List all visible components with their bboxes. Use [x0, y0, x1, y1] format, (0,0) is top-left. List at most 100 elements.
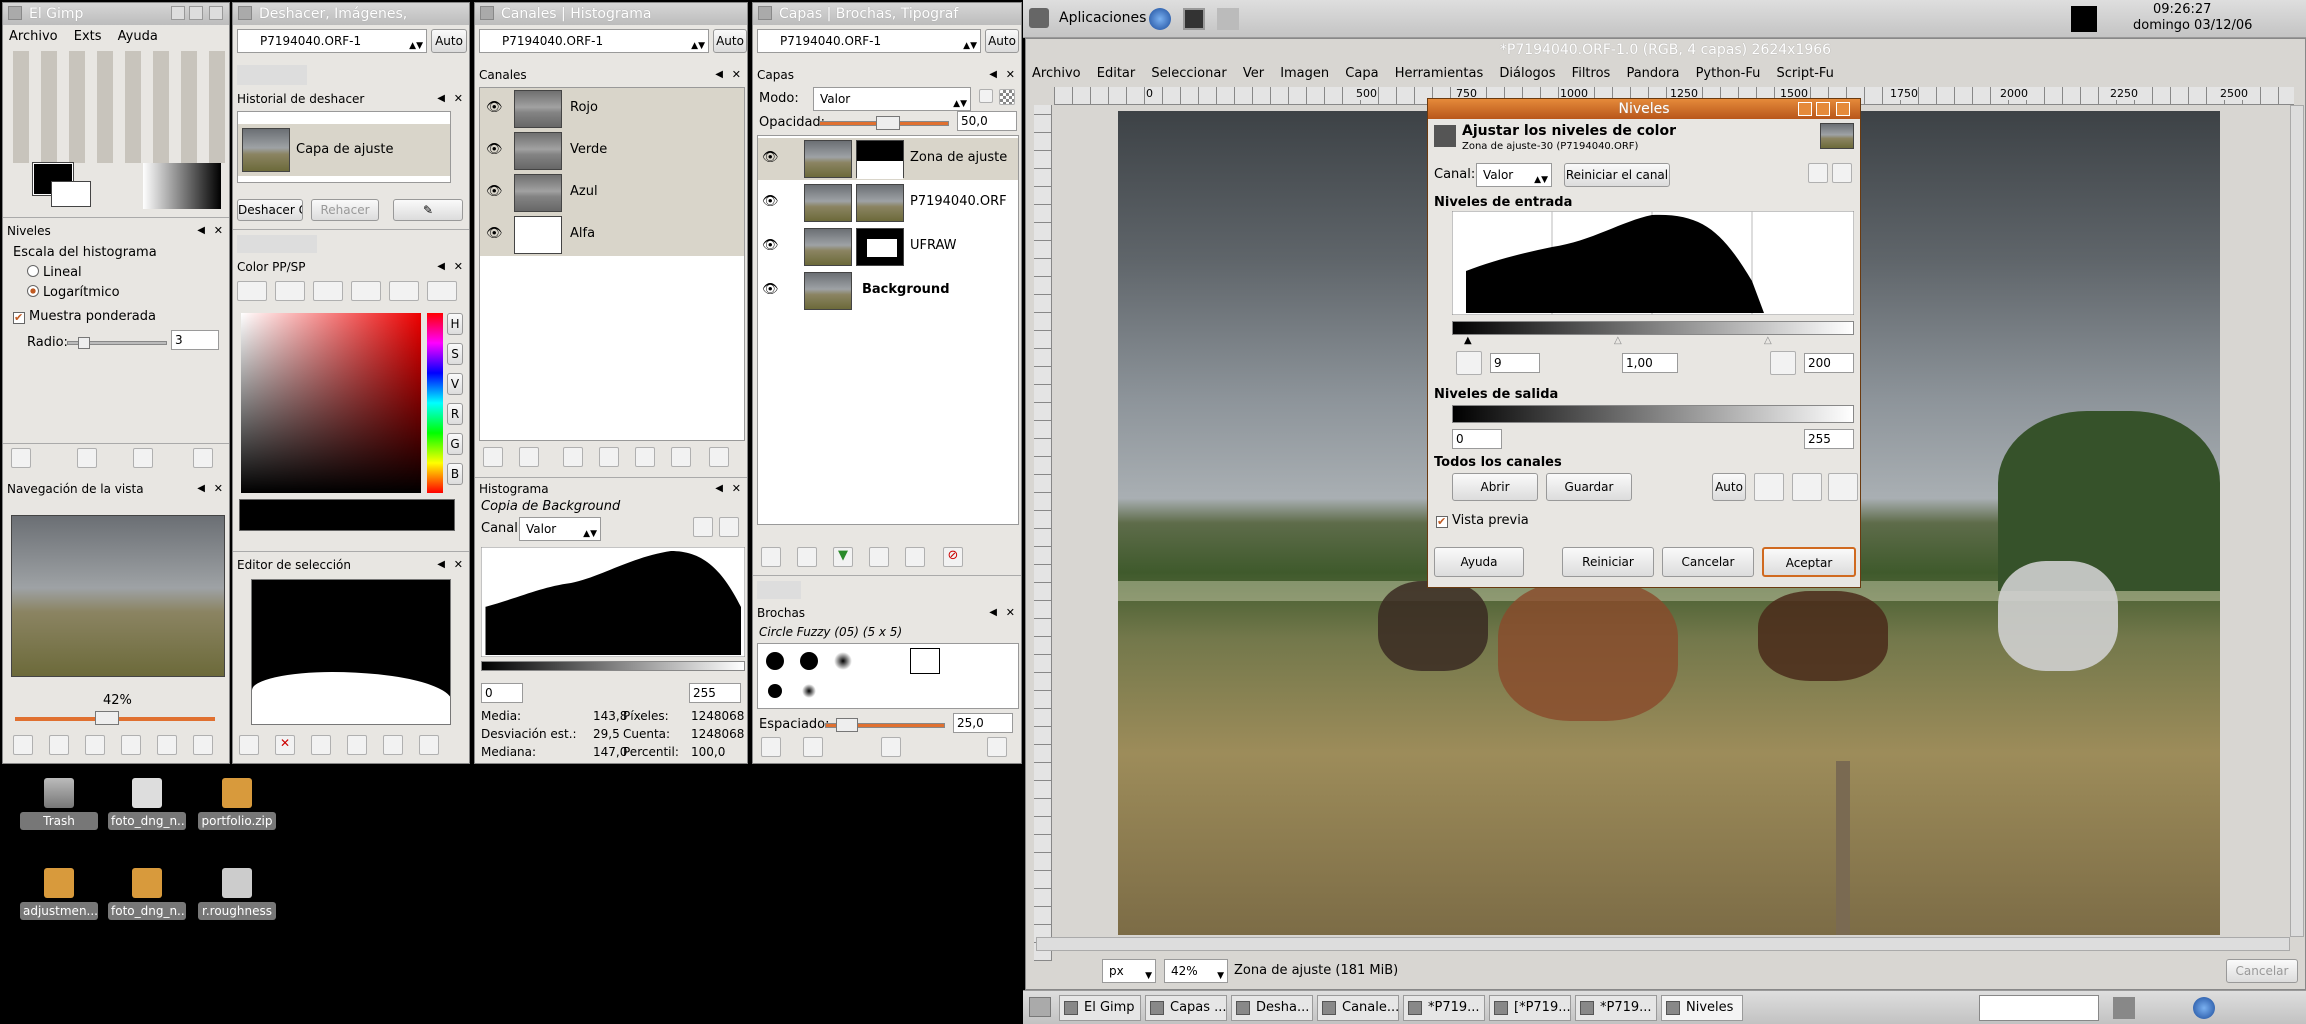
menu-ver[interactable]: Ver [1243, 66, 1264, 81]
tab-menu-icon[interactable]: ◀ [437, 259, 445, 275]
menu-archivo[interactable]: Archivo [9, 29, 58, 44]
output-high-spin[interactable]: 255 [1804, 429, 1854, 449]
close-icon[interactable]: ✕ [1006, 67, 1015, 83]
tab-menu-icon[interactable]: ◀ [715, 481, 723, 497]
desktop-icon-archive[interactable]: foto_dng_n... [108, 868, 186, 920]
close-icon[interactable]: ✕ [214, 481, 223, 497]
tab-menu-icon[interactable]: ◀ [989, 67, 997, 83]
levels-titlebar[interactable]: Niveles [1428, 99, 1860, 119]
image-select[interactable]: P7194040.ORF-1 ▲▼ [479, 29, 709, 53]
menu-script-fu[interactable]: Script-Fu [1776, 66, 1833, 81]
image-select[interactable]: P7194040.ORF-1 ▲▼ [237, 29, 427, 53]
zoom-shrink-icon[interactable] [193, 735, 213, 755]
save-button[interactable]: Guardar [1546, 473, 1632, 501]
auto-button[interactable]: Auto [431, 29, 467, 53]
layers-titlebar[interactable]: Capas | Brochas, Tipograf [753, 3, 1021, 25]
status-cancel-button[interactable]: Cancelar [2226, 959, 2298, 983]
raise-icon[interactable] [563, 447, 583, 467]
raise-layer-icon[interactable] [797, 547, 817, 567]
menu-exts[interactable]: Exts [74, 29, 102, 44]
opacity-spin[interactable]: 50,0 [957, 111, 1017, 131]
close-icon[interactable]: ✕ [1006, 605, 1015, 621]
image-select[interactable]: P7194040.ORF-1 ▲▼ [757, 29, 981, 53]
lower-layer-icon[interactable]: ▼ [833, 547, 853, 567]
refresh-icon[interactable] [987, 737, 1007, 757]
channel-b[interactable]: B [447, 463, 463, 485]
high-input-handle[interactable]: △ [1764, 335, 1772, 346]
zoom-fit-icon[interactable] [121, 735, 141, 755]
gimp-launcher-icon[interactable] [1217, 8, 1239, 30]
terminal-icon[interactable] [1183, 8, 1205, 30]
task-button[interactable]: Niveles [1661, 995, 1743, 1021]
close-icon[interactable]: ✕ [732, 481, 741, 497]
channel-g[interactable]: G [447, 433, 463, 455]
browser-icon[interactable] [1149, 8, 1171, 30]
brush-preview[interactable] [143, 163, 221, 209]
task-button[interactable]: Capas ... [1145, 995, 1227, 1021]
new-brush-icon[interactable] [803, 737, 823, 757]
menu-herramientas[interactable]: Herramientas [1395, 66, 1484, 81]
duplicate-layer-icon[interactable] [869, 547, 889, 567]
reset-channel-button[interactable]: Reiniciar el canal [1564, 163, 1670, 187]
palette-icon[interactable] [389, 281, 419, 301]
tray-icon[interactable] [2113, 997, 2135, 1019]
anchor-icon[interactable] [905, 547, 925, 567]
hist-high-field[interactable]: 255 [689, 683, 741, 703]
auto-button[interactable]: Auto [713, 29, 747, 53]
close-icon[interactable]: ✕ [454, 557, 463, 573]
invert-icon[interactable] [311, 735, 331, 755]
redo-button[interactable]: Rehacer [311, 199, 379, 221]
applications-menu[interactable]: Aplicaciones [1059, 10, 1146, 26]
unit-select[interactable]: px ▼ [1102, 959, 1156, 983]
help-button[interactable]: Ayuda [1434, 547, 1524, 577]
layer-mode-select[interactable]: Valor ▲▼ [813, 87, 971, 111]
white-point-picker-icon[interactable] [1828, 473, 1858, 501]
lower-icon[interactable] [599, 447, 619, 467]
channel-s[interactable]: S [447, 343, 463, 365]
ok-button[interactable]: Aceptar [1762, 547, 1856, 577]
delete-layer-icon[interactable]: ⊘ [943, 547, 963, 567]
log-hist-icon[interactable] [1832, 163, 1852, 183]
close-icon[interactable]: ✕ [454, 91, 463, 107]
radio-log[interactable]: Logarítmico [27, 285, 120, 300]
histogram-channel-select[interactable]: Valor ▲▼ [519, 517, 601, 541]
channel-row[interactable]: 👁 Azul [480, 172, 744, 214]
restore-icon[interactable] [77, 448, 97, 468]
hist-low-field[interactable]: 0 [481, 683, 523, 703]
spacing-slider[interactable] [825, 718, 945, 732]
layer-row[interactable]: 👁 UFRAW [758, 226, 1018, 268]
tab-menu-icon[interactable]: ◀ [197, 223, 205, 239]
close-icon[interactable]: ✕ [454, 259, 463, 275]
horizontal-scrollbar[interactable] [1036, 937, 2290, 951]
workspace-switcher[interactable] [1979, 995, 2099, 1021]
desktop-icon-trash[interactable]: Trash [20, 778, 98, 830]
navigation-preview[interactable] [11, 515, 225, 677]
delete-icon[interactable] [709, 447, 729, 467]
preview-checkbox[interactable]: ✔ Vista previa [1436, 513, 1529, 528]
input-gamma-spin[interactable]: 1,00 [1622, 353, 1678, 373]
zoom-select[interactable]: 42% ▼ [1164, 959, 1228, 983]
task-button[interactable]: *P719... [1575, 995, 1657, 1021]
cancel-button[interactable]: Cancelar [1662, 547, 1754, 577]
network-icon[interactable] [2193, 997, 2215, 1019]
weighted-checkbox[interactable]: ✔ Muestra ponderada [13, 309, 156, 324]
menu-ayuda[interactable]: Ayuda [118, 29, 158, 44]
desktop-icon-document[interactable]: r.roughness [198, 868, 276, 920]
clear-undo-button[interactable]: ✎ [393, 199, 463, 221]
duplicate-icon[interactable] [635, 447, 655, 467]
menu-capa[interactable]: Capa [1345, 66, 1378, 81]
delete-brush-icon[interactable] [881, 737, 901, 757]
brush-icon[interactable] [351, 281, 381, 301]
task-button[interactable]: *P719... [1403, 995, 1485, 1021]
channel-v[interactable]: V [447, 373, 463, 395]
channel-row[interactable]: 👁 Verde [480, 130, 744, 172]
menu-filtros[interactable]: Filtros [1572, 66, 1611, 81]
white-picker-icon[interactable] [1770, 351, 1796, 375]
menu-editar[interactable]: Editar [1097, 66, 1136, 81]
lock-alpha-icon[interactable] [999, 89, 1015, 105]
channel-h[interactable]: H [447, 313, 463, 335]
show-desktop-icon[interactable] [1029, 997, 1051, 1017]
channels-titlebar[interactable]: Canales | Histograma [475, 3, 747, 25]
stroke-icon[interactable] [383, 735, 403, 755]
radius-slider[interactable] [67, 337, 167, 349]
